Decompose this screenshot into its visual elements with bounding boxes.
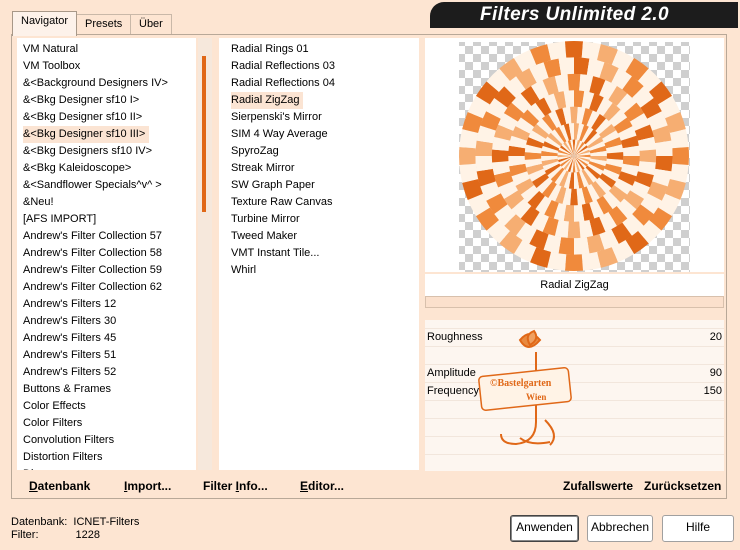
category-list-item[interactable]: Andrew's Filters 51 [23, 347, 116, 364]
tab-navigator[interactable]: Navigator [12, 11, 78, 36]
cancel-button[interactable]: Abbrechen [587, 515, 653, 542]
category-list-item[interactable]: Dis... [23, 466, 48, 470]
category-list-item[interactable]: &<Bkg Designer sf10 II> [23, 109, 142, 126]
category-list-item[interactable]: &<Bkg Designers sf10 IV> [23, 143, 152, 160]
filter-list[interactable]: Radial Rings 01 Radial Reflections 03 Radi… [219, 38, 419, 470]
tab-presets[interactable]: Presets [76, 14, 132, 35]
random-values-button[interactable]: Zufallswerte [563, 479, 633, 493]
category-list-item[interactable]: Andrew's Filter Collection 62 [23, 279, 162, 296]
reset-button[interactable]: Zurücksetzen [644, 479, 721, 493]
category-list-item[interactable]: &<Sandflower Specials^v^ > [23, 177, 162, 194]
tab-about[interactable]: Über [130, 14, 172, 35]
category-list-item[interactable]: Andrew's Filter Collection 58 [23, 245, 162, 262]
category-list-item[interactable]: &<Background Designers IV> [23, 75, 168, 92]
help-button[interactable]: Hilfe [662, 515, 734, 542]
preview-image [459, 41, 690, 272]
parameter-value: 20 [709, 331, 722, 343]
filter-list-item[interactable]: SIM 4 Way Average [231, 126, 328, 143]
filter-list-item[interactable]: Texture Raw Canvas [231, 194, 333, 211]
filter-list-item[interactable]: Sierpenski's Mirror [231, 109, 322, 126]
category-list-item[interactable]: &Neu! [23, 194, 54, 211]
filter-list-item[interactable]: Radial Reflections 03 [231, 58, 335, 75]
category-list-item[interactable]: Color Effects [23, 398, 86, 415]
category-list-item[interactable]: Andrew's Filter Collection 57 [23, 228, 162, 245]
progress-bar [425, 296, 724, 308]
category-list-item[interactable]: Andrew's Filters 52 [23, 364, 116, 381]
filter-list-item[interactable]: Radial ZigZag [231, 92, 304, 109]
category-list-item[interactable]: Buttons & Frames [23, 381, 111, 398]
editor-button[interactable]: Editor... [300, 479, 344, 493]
category-list-item[interactable]: Andrew's Filter Collection 59 [23, 262, 162, 279]
category-list-item[interactable]: Andrew's Filters 30 [23, 313, 116, 330]
filter-list-item[interactable]: Whirl [231, 262, 256, 279]
preview-caption: Radial ZigZag [425, 274, 724, 296]
category-list-item[interactable]: VM Natural [23, 41, 78, 58]
category-scrollbar[interactable] [198, 38, 212, 470]
database-status: Datenbank: ICNET-Filters [11, 516, 140, 528]
category-list-item[interactable]: Convolution Filters [23, 432, 114, 449]
app-title: Filters Unlimited 2.0 [480, 4, 669, 25]
preview-area [425, 38, 724, 272]
filter-info-button[interactable]: Filter Info... [203, 479, 268, 493]
category-list-item[interactable]: Color Filters [23, 415, 82, 432]
category-list[interactable]: VM Natural VM Toolbox &<Background Designe… [17, 38, 196, 470]
import-button[interactable]: Import... [124, 479, 171, 493]
filter-count-status: Filter: 1228 [11, 529, 100, 541]
category-list-item[interactable]: Distortion Filters [23, 449, 102, 466]
filter-list-item[interactable]: Radial Reflections 04 [231, 75, 335, 92]
database-button[interactable]: Datenbank [29, 479, 90, 493]
category-list-item[interactable]: &<Bkg Designer sf10 I> [23, 92, 139, 109]
filter-list-item[interactable]: Turbine Mirror [231, 211, 300, 228]
apply-button[interactable]: Anwenden [510, 515, 579, 542]
parameter-label: Amplitude [427, 367, 476, 379]
category-list-item[interactable]: &<Bkg Kaleidoscope> [23, 160, 131, 177]
category-list-item[interactable]: &<Bkg Designer sf10 III> [23, 126, 150, 143]
category-list-item[interactable]: Andrew's Filters 45 [23, 330, 116, 347]
category-list-item[interactable]: VM Toolbox [23, 58, 80, 75]
filter-list-item[interactable]: VMT Instant Tile... [231, 245, 319, 262]
title-bar: Filters Unlimited 2.0 [430, 2, 738, 28]
category-list-item[interactable]: [AFS IMPORT] [23, 211, 96, 228]
parameter-value: 150 [703, 385, 722, 397]
filter-list-item[interactable]: SW Graph Paper [231, 177, 315, 194]
watermark-line2: Wien [526, 392, 546, 402]
watermark-line1: ©Bastelgarten [490, 378, 552, 389]
filter-list-item[interactable]: Radial Rings 01 [231, 41, 309, 58]
parameter-value: 90 [709, 367, 722, 379]
category-list-item[interactable]: Andrew's Filters 12 [23, 296, 116, 313]
filter-list-item[interactable]: SpyroZag [231, 143, 279, 160]
filter-list-item[interactable]: Streak Mirror [231, 160, 295, 177]
watermark-logo: ©Bastelgarten Wien [478, 329, 572, 446]
category-scrollbar-thumb[interactable] [202, 56, 206, 212]
filter-list-item[interactable]: Tweed Maker [231, 228, 297, 245]
